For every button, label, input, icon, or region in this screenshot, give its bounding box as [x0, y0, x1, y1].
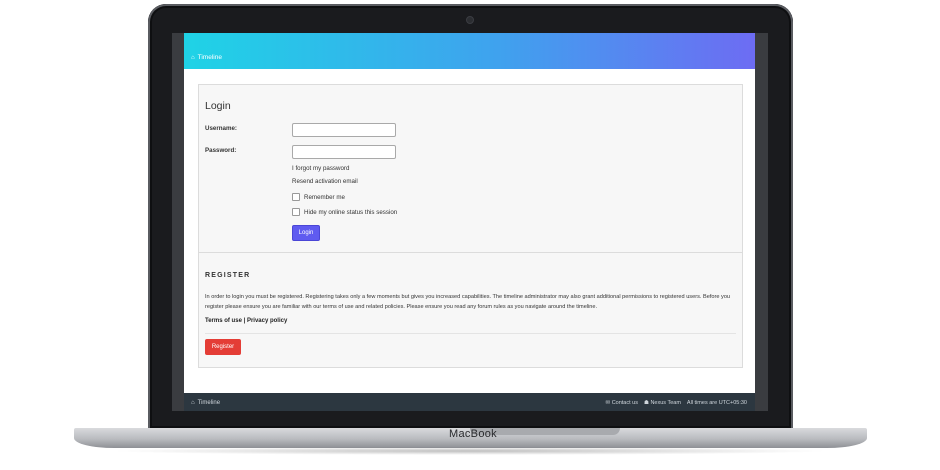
password-input[interactable] [292, 145, 396, 159]
remember-me-label: Remember me [304, 193, 345, 201]
laptop-screen: ⌂ Timeline Login Username: Password: I f… [172, 33, 768, 411]
base-shadow [110, 447, 830, 455]
login-title: Login [205, 100, 231, 112]
checkbox-box[interactable] [292, 193, 300, 201]
hide-online-checkbox[interactable]: Hide my online status this session [292, 208, 397, 216]
hide-online-label: Hide my online status this session [304, 208, 398, 216]
resend-activation-link[interactable]: Resend activation email [292, 178, 358, 185]
navbar: ⌂ Timeline [184, 33, 755, 69]
username-input[interactable] [292, 123, 396, 137]
checkbox-box[interactable] [292, 208, 300, 216]
web-page: ⌂ Timeline Login Username: Password: I f… [184, 33, 755, 411]
nav-home-link[interactable]: ⌂ Timeline [191, 54, 222, 61]
login-panel: Login Username: Password: I forgot my pa… [198, 84, 743, 368]
register-description: In order to login you must be registered… [205, 294, 731, 310]
register-title: REGISTER [205, 272, 251, 279]
contact-us-link[interactable]: ✉ Contact us [606, 400, 638, 406]
footer: ⌂ Timeline ✉ Contact us ☗ Nexus Team All… [184, 393, 755, 411]
divider [199, 252, 742, 253]
home-icon: ⌂ [191, 54, 195, 61]
footer-links: ✉ Contact us ☗ Nexus Team All times are … [606, 400, 747, 406]
login-button[interactable]: Login [292, 225, 320, 241]
forgot-password-link[interactable]: I forgot my password [292, 165, 349, 172]
timezone-text: All times are UTC+05:30 [686, 400, 747, 406]
link-separator: | [243, 318, 246, 324]
nav-home-label: Timeline [197, 54, 222, 61]
team-label: Nexus Team [650, 400, 681, 406]
divider [205, 333, 736, 334]
username-label: Username: [205, 125, 237, 132]
remember-me-checkbox[interactable]: Remember me [292, 193, 345, 201]
home-icon: ⌂ [191, 400, 195, 406]
password-label: Password: [205, 147, 237, 154]
footer-home-label: Timeline [197, 400, 221, 406]
policy-links: Terms of use | Privacy policy [205, 318, 287, 324]
footer-home-link[interactable]: ⌂ Timeline [191, 400, 220, 406]
terms-of-use-link[interactable]: Terms of use [205, 318, 242, 324]
team-link[interactable]: ☗ Nexus Team [644, 400, 681, 406]
privacy-policy-link[interactable]: Privacy policy [247, 318, 287, 324]
register-button[interactable]: Register [205, 339, 241, 355]
device-label: MacBook [449, 428, 497, 440]
contact-us-label: Contact us [611, 400, 638, 406]
camera-icon [466, 16, 474, 24]
